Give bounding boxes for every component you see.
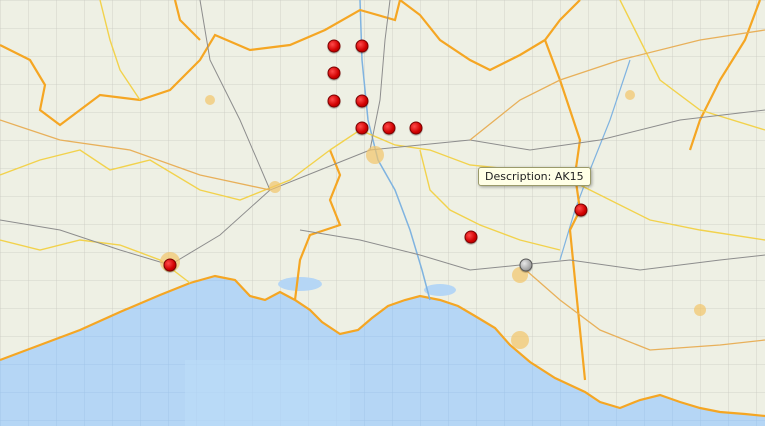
marker-1[interactable] bbox=[327, 39, 341, 53]
marker-7[interactable] bbox=[382, 121, 396, 135]
marker-11[interactable] bbox=[163, 258, 177, 272]
marker-2[interactable] bbox=[355, 39, 369, 53]
marker-3[interactable] bbox=[327, 66, 341, 80]
marker-9[interactable] bbox=[574, 203, 588, 217]
marker-8[interactable] bbox=[409, 121, 423, 135]
marker-10[interactable] bbox=[464, 230, 478, 244]
marker-12[interactable] bbox=[519, 258, 533, 272]
marker-5[interactable] bbox=[355, 94, 369, 108]
marker-6[interactable] bbox=[355, 121, 369, 135]
marker-4[interactable] bbox=[327, 94, 341, 108]
lagoon bbox=[278, 277, 322, 291]
map-base-layer bbox=[0, 0, 765, 426]
marker-tooltip: Description: AK15 bbox=[478, 167, 591, 186]
map-view[interactable]: Description: AK15 bbox=[0, 0, 765, 426]
